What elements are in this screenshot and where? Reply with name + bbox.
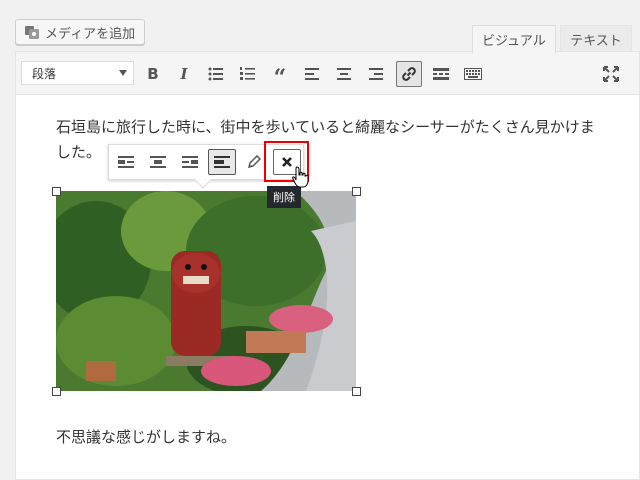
resize-handle[interactable] — [352, 387, 361, 396]
tab-visual[interactable]: ビジュアル — [472, 25, 556, 53]
fullscreen-button[interactable] — [598, 61, 624, 87]
image-align-center-button[interactable] — [144, 149, 172, 175]
pencil-icon — [247, 155, 261, 169]
align-right-icon — [182, 156, 198, 168]
tab-text[interactable]: テキスト — [560, 25, 632, 52]
resize-handle[interactable] — [52, 187, 61, 196]
blockquote-button[interactable]: “ — [267, 61, 293, 91]
align-right-button[interactable] — [363, 61, 389, 87]
add-media-button[interactable]: メディアを追加 — [15, 19, 146, 45]
image-align-left-button[interactable] — [112, 149, 140, 175]
align-left-icon — [118, 156, 134, 168]
format-select[interactable]: 段落 — [21, 61, 134, 85]
editor: 段落 B I “ 石垣島に旅行した時に、街中を歩いていると綺麗なシーサーがたくさ… — [15, 51, 640, 480]
format-select-value: 段落 — [32, 66, 57, 81]
align-none-icon — [214, 156, 230, 168]
paragraph[interactable]: 不思議な感じがしますね。 — [56, 425, 236, 450]
align-center-icon — [150, 156, 166, 168]
hand-cursor-icon — [292, 166, 310, 192]
fullscreen-icon — [603, 66, 619, 82]
italic-icon: I — [180, 65, 188, 83]
read-more-icon — [433, 68, 449, 80]
quote-icon: “ — [273, 65, 287, 91]
read-more-button[interactable] — [428, 61, 454, 87]
photo-graphic — [56, 191, 356, 391]
image-align-right-button[interactable] — [176, 149, 204, 175]
bullet-list-button[interactable] — [203, 61, 229, 87]
resize-handle[interactable] — [52, 387, 61, 396]
numbered-list-icon — [240, 67, 255, 80]
align-center-button[interactable] — [331, 61, 357, 87]
align-center-icon — [337, 68, 351, 80]
keyboard-icon — [464, 68, 482, 80]
add-media-label: メディアを追加 — [45, 26, 136, 42]
image-align-none-button[interactable] — [208, 149, 236, 175]
toolbar-toggle-button[interactable] — [460, 61, 486, 87]
chevron-down-icon — [119, 70, 127, 76]
bullet-list-icon — [208, 67, 223, 81]
italic-button[interactable]: I — [171, 61, 197, 87]
insert-link-button[interactable] — [396, 61, 422, 87]
align-right-icon — [369, 68, 383, 80]
bold-button[interactable]: B — [140, 61, 166, 87]
resize-handle[interactable] — [352, 187, 361, 196]
numbered-list-button[interactable] — [235, 61, 261, 87]
align-left-button[interactable] — [299, 61, 325, 87]
editor-toolbar: 段落 B I “ — [16, 52, 639, 95]
link-icon — [402, 67, 416, 81]
bold-icon: B — [147, 65, 159, 83]
shisa-photo[interactable] — [56, 191, 356, 391]
media-icon — [24, 24, 40, 40]
align-left-icon — [305, 68, 319, 80]
